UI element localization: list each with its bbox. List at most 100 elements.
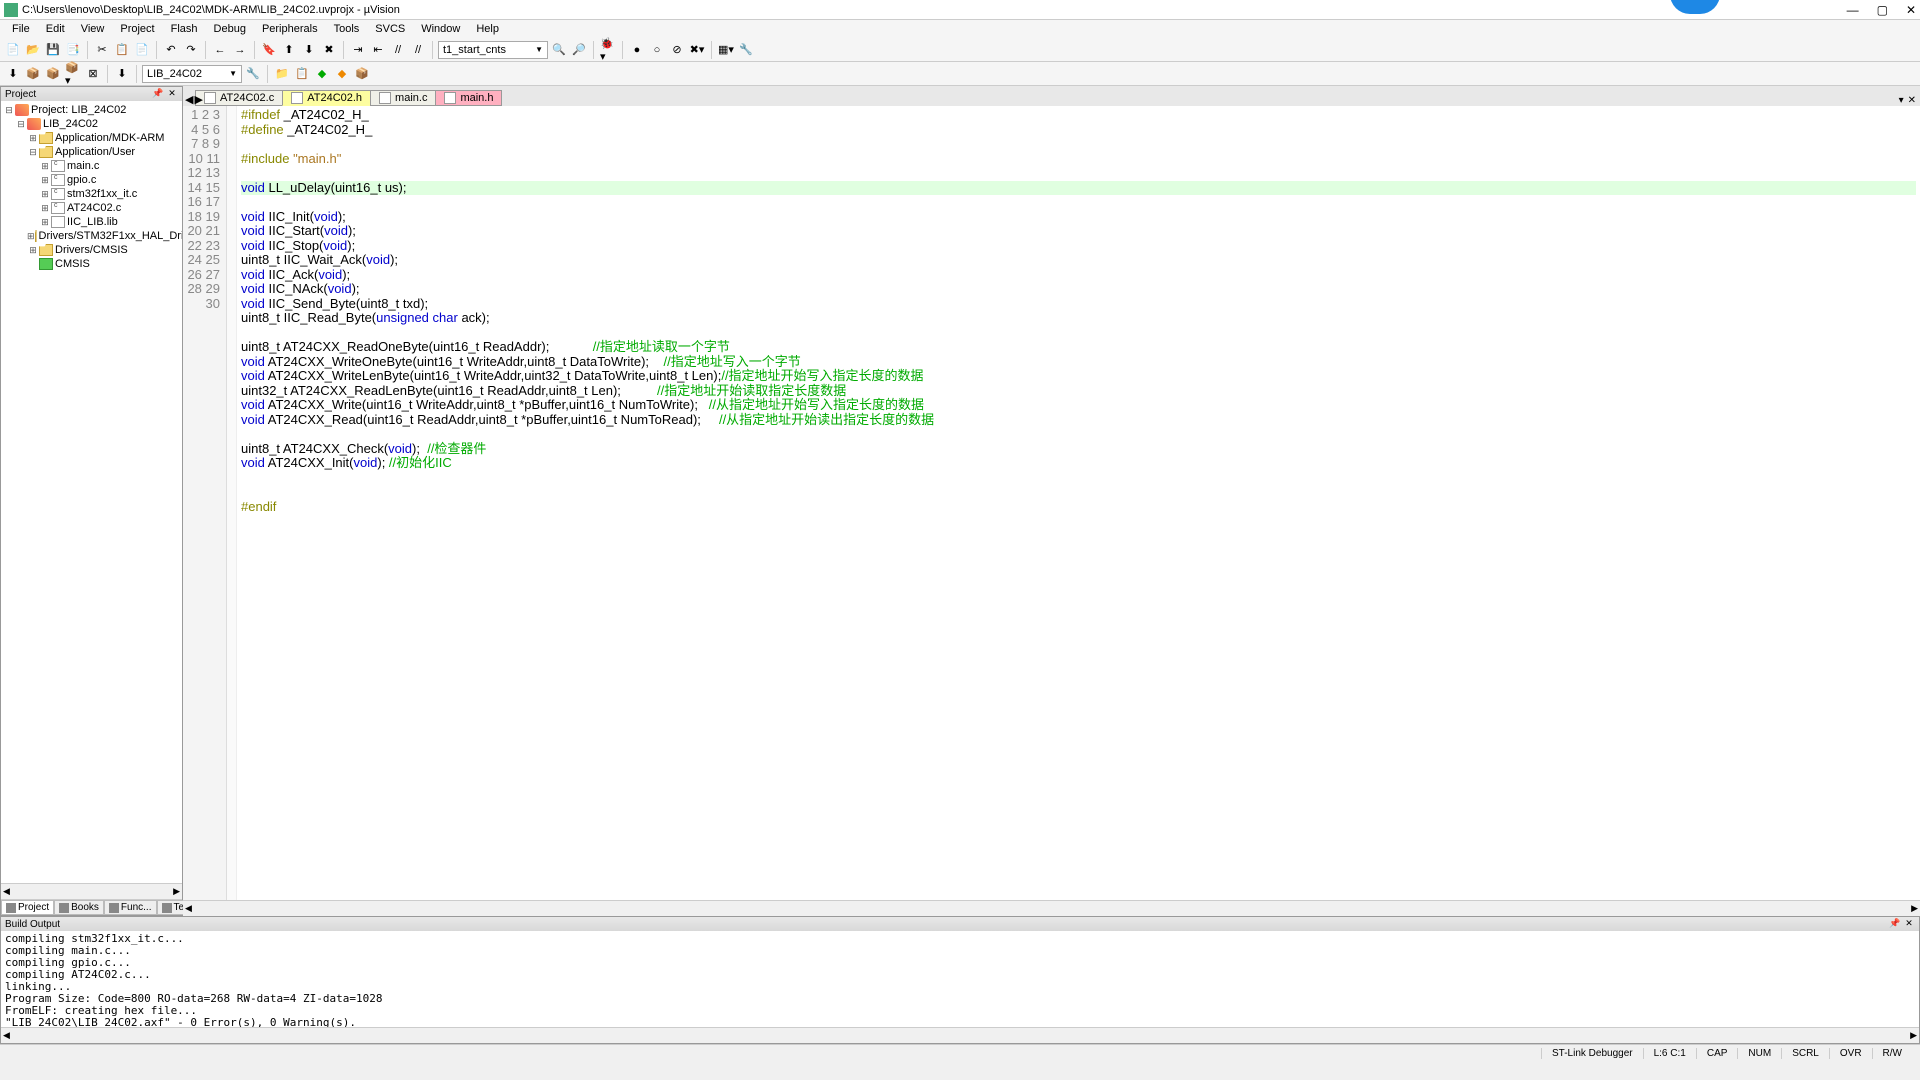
find-combo[interactable]: t1_start_cnts ▼ <box>438 41 548 59</box>
nav-back-button[interactable]: ← <box>211 41 229 59</box>
indent-button[interactable]: ⇥ <box>349 41 367 59</box>
target-options-button[interactable]: 🔧 <box>244 65 262 83</box>
panel-close-button[interactable]: ✕ <box>166 88 178 100</box>
tree-file-stm32f1xx_it-c[interactable]: ⊞stm32f1xx_it.c <box>3 187 180 201</box>
build-output-panel: Build Output 📌 ✕ compiling stm32f1xx_it.… <box>0 916 1920 1044</box>
editor-tab-AT24C02-c[interactable]: AT24C02.c <box>195 90 283 106</box>
breakpoint-disable-button[interactable]: ⊘ <box>668 41 686 59</box>
bookmark-prev-button[interactable]: ⬆ <box>280 41 298 59</box>
build-button[interactable]: 📦 <box>24 65 42 83</box>
proj-tab-func[interactable]: Func... <box>104 900 157 915</box>
panel-pin-button[interactable]: 📌 <box>152 88 164 100</box>
save-all-button[interactable]: 📑 <box>64 41 82 59</box>
tree-group-4[interactable]: CMSIS <box>3 257 180 271</box>
tree-group-1[interactable]: ⊟Application/User <box>3 145 180 159</box>
window-layout-button[interactable]: ▦▾ <box>717 41 735 59</box>
pack-installer-button[interactable]: 📦 <box>353 65 371 83</box>
tree-file-main-c[interactable]: ⊞main.c <box>3 159 180 173</box>
status-caps: CAP <box>1696 1048 1738 1059</box>
tree-file-gpio-c[interactable]: ⊞gpio.c <box>3 173 180 187</box>
manage-components-button[interactable]: 📋 <box>293 65 311 83</box>
menu-edit[interactable]: Edit <box>38 23 73 35</box>
status-bar: ST-Link Debugger L:6 C:1 CAP NUM SCRL OV… <box>0 1044 1920 1062</box>
cut-button[interactable]: ✂ <box>93 41 111 59</box>
tree-project-root[interactable]: ⊟Project: LIB_24C02 <box>3 103 180 117</box>
translate-button[interactable]: ⬇ <box>4 65 22 83</box>
menu-window[interactable]: Window <box>413 23 468 35</box>
menu-peripherals[interactable]: Peripherals <box>254 23 326 35</box>
project-hscroll[interactable]: ◀▶ <box>1 883 182 899</box>
menu-file[interactable]: File <box>4 23 38 35</box>
configure-button[interactable]: 🔧 <box>737 41 755 59</box>
rebuild-button[interactable]: 📦 <box>44 65 62 83</box>
redo-button[interactable]: ↷ <box>182 41 200 59</box>
menu-help[interactable]: Help <box>468 23 507 35</box>
code-content[interactable]: #ifndef _AT24C02_H_ #define _AT24C02_H_ … <box>237 106 1920 900</box>
target-combo[interactable]: LIB_24C02 ▼ <box>142 65 242 83</box>
editor-tab-main-c[interactable]: main.c <box>370 90 436 106</box>
batch-build-button[interactable]: 📦▾ <box>64 65 82 83</box>
find-in-files-button[interactable]: 🔎 <box>570 41 588 59</box>
status-ovr: OVR <box>1829 1048 1872 1059</box>
tree-file-AT24C02-c[interactable]: ⊞AT24C02.c <box>3 201 180 215</box>
manage-rte-button[interactable]: ◆ <box>313 65 331 83</box>
proj-tab-books[interactable]: Books <box>54 900 104 915</box>
select-packs-button[interactable]: ◆ <box>333 65 351 83</box>
bookmark-next-button[interactable]: ⬇ <box>300 41 318 59</box>
debug-button[interactable]: 🐞▾ <box>599 41 617 59</box>
menu-flash[interactable]: Flash <box>163 23 206 35</box>
menu-project[interactable]: Project <box>112 23 162 35</box>
tree-group-0[interactable]: ⊞Application/MDK-ARM <box>3 131 180 145</box>
tab-prev-button[interactable]: ◀ <box>185 93 193 106</box>
project-panel: Project 📌 ✕ ⊟Project: LIB_24C02⊟LIB_24C0… <box>0 86 183 916</box>
manage-project-button[interactable]: 📁 <box>273 65 291 83</box>
menu-debug[interactable]: Debug <box>206 23 254 35</box>
stop-build-button[interactable]: ⊠ <box>84 65 102 83</box>
undo-button[interactable]: ↶ <box>162 41 180 59</box>
tab-close-button[interactable]: ✕ <box>1908 95 1916 106</box>
unindent-button[interactable]: ⇤ <box>369 41 387 59</box>
build-hscroll[interactable]: ◀▶ <box>1 1027 1919 1043</box>
comment-button[interactable]: // <box>389 41 407 59</box>
tree-file-IIC_LIB-lib[interactable]: ⊞IIC_LIB.lib <box>3 215 180 229</box>
target-combo-value: LIB_24C02 <box>147 68 202 80</box>
tab-menu-button[interactable]: ▾ <box>1899 95 1904 106</box>
tab-next-button[interactable]: ▶ <box>194 93 202 106</box>
breakpoint-kill-button[interactable]: ✖▾ <box>688 41 706 59</box>
window-title: C:\Users\lenovo\Desktop\LIB_24C02\MDK-AR… <box>22 4 1847 16</box>
open-button[interactable]: 📂 <box>24 41 42 59</box>
menu-view[interactable]: View <box>73 23 113 35</box>
close-button[interactable]: ✕ <box>1906 3 1916 17</box>
tree-target[interactable]: ⊟LIB_24C02 <box>3 117 180 131</box>
editor-tab-AT24C02-h[interactable]: AT24C02.h <box>282 90 371 106</box>
tree-group-3[interactable]: ⊞Drivers/CMSIS <box>3 243 180 257</box>
build-output-text[interactable]: compiling stm32f1xx_it.c... compiling ma… <box>1 931 1919 1027</box>
paste-button[interactable]: 📄 <box>133 41 151 59</box>
code-editor[interactable]: 1 2 3 4 5 6 7 8 9 10 11 12 13 14 15 16 1… <box>183 106 1920 900</box>
editor-tab-strip: ◀▶ AT24C02.cAT24C02.hmain.cmain.h ▾ ✕ <box>183 86 1920 106</box>
bookmark-toggle-button[interactable]: 🔖 <box>260 41 278 59</box>
new-button[interactable]: 📄 <box>4 41 22 59</box>
download-button[interactable]: ⬇ <box>113 65 131 83</box>
uncomment-button[interactable]: // <box>409 41 427 59</box>
maximize-button[interactable]: ▢ <box>1877 3 1888 17</box>
build-panel-pin-button[interactable]: 📌 <box>1889 918 1901 930</box>
menu-tools[interactable]: Tools <box>326 23 368 35</box>
editor-tab-main-h[interactable]: main.h <box>435 90 502 106</box>
save-button[interactable]: 💾 <box>44 41 62 59</box>
project-tree[interactable]: ⊟Project: LIB_24C02⊟LIB_24C02⊞Applicatio… <box>1 101 182 883</box>
menu-bar: FileEditViewProjectFlashDebugPeripherals… <box>0 20 1920 38</box>
copy-button[interactable]: 📋 <box>113 41 131 59</box>
tree-group-2[interactable]: ⊞Drivers/STM32F1xx_HAL_Driv <box>3 229 180 243</box>
minimize-button[interactable]: — <box>1847 3 1859 17</box>
menu-svcs[interactable]: SVCS <box>367 23 413 35</box>
proj-tab-project[interactable]: Project <box>1 900 54 915</box>
build-panel-close-button[interactable]: ✕ <box>1903 918 1915 930</box>
nav-forward-button[interactable]: → <box>231 41 249 59</box>
breakpoint-insert-button[interactable]: ● <box>628 41 646 59</box>
editor-hscroll[interactable]: ◀▶ <box>183 900 1920 916</box>
breakpoint-enable-button[interactable]: ○ <box>648 41 666 59</box>
find-button[interactable]: 🔍 <box>550 41 568 59</box>
fold-column[interactable] <box>227 106 237 900</box>
bookmark-clear-button[interactable]: ✖ <box>320 41 338 59</box>
